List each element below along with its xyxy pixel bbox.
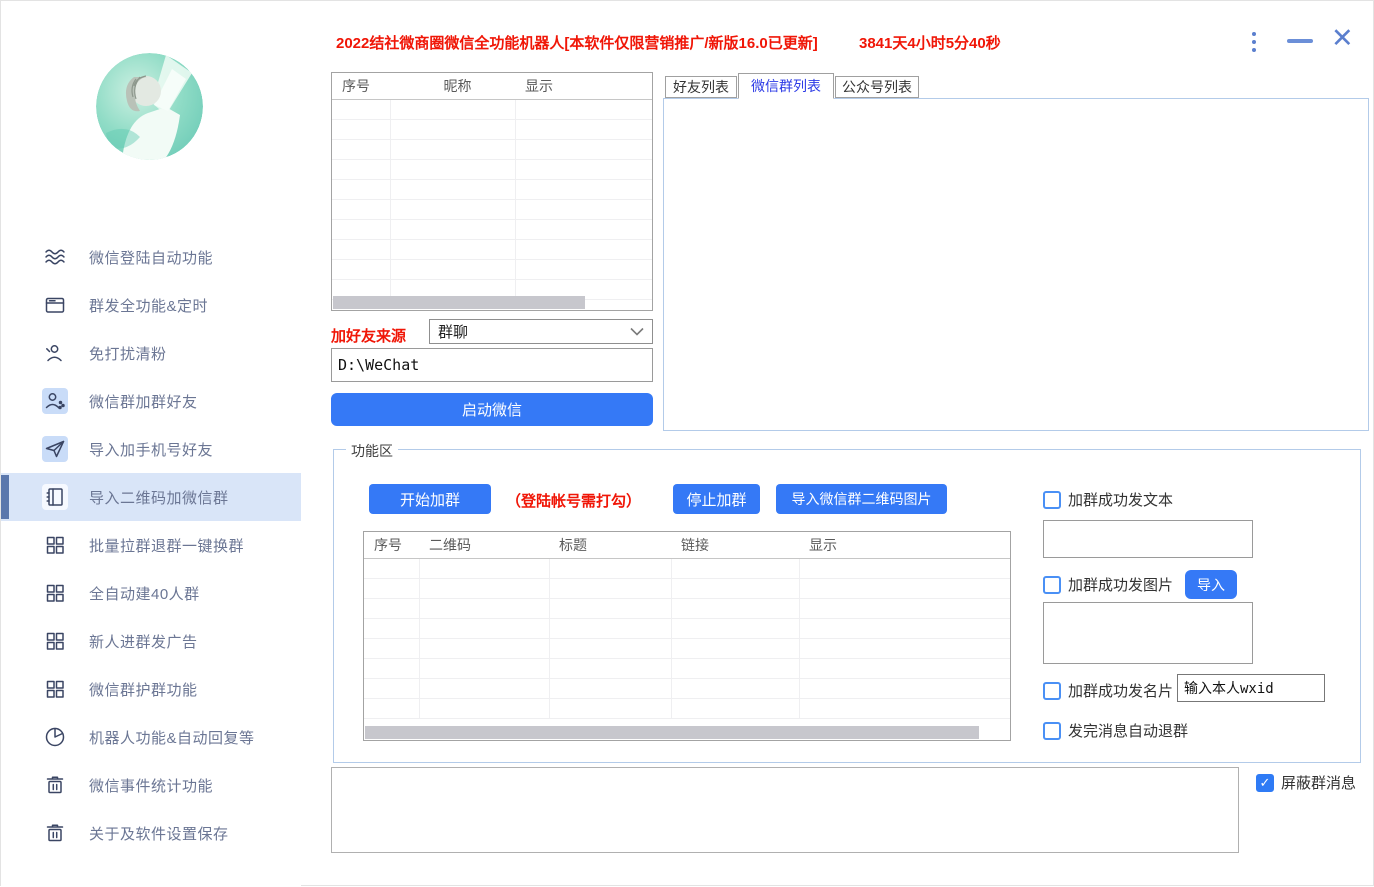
app-title: 2022结社微商圈微信全功能机器人[本软件仅限营销推广/新版16.0已更新] xyxy=(336,32,818,53)
send-image-option[interactable]: ✓ 加群成功发图片 xyxy=(1043,574,1173,595)
import-qr-images-button[interactable]: 导入微信群二维码图片 xyxy=(776,484,947,514)
sidebar-item-label: 群发全功能&定时 xyxy=(89,295,208,316)
sidebar-item-label: 全自动建40人群 xyxy=(89,583,200,604)
sidebar-item-clean-fans[interactable]: 免打扰清粉 xyxy=(1,329,301,377)
checkbox-label: 屏蔽群消息 xyxy=(1281,772,1356,793)
trash-icon xyxy=(42,820,68,846)
grid-icon xyxy=(42,580,68,606)
grid-icon xyxy=(42,676,68,702)
sidebar-menu: 微信登陆自动功能 群发全功能&定时 免打扰清粉 微信群加群好友 xyxy=(1,233,301,857)
sidebar-item-label: 导入二维码加微信群 xyxy=(89,487,229,508)
tab-wechat-group-list[interactable]: 微信群列表 xyxy=(738,73,834,99)
column-header: 链接 xyxy=(671,532,799,558)
checkbox-label: 加群成功发图片 xyxy=(1068,574,1173,595)
tab-label: 微信群列表 xyxy=(751,76,821,96)
send-image-textarea[interactable] xyxy=(1043,602,1253,664)
app-window: 微信登陆自动功能 群发全功能&定时 免打扰清粉 微信群加群好友 xyxy=(0,0,1374,886)
qr-code-table[interactable]: 序号 二维码 标题 链接 显示 xyxy=(363,531,1011,741)
column-header: 序号 xyxy=(364,532,419,558)
checkbox[interactable]: ✓ xyxy=(1043,576,1061,594)
send-icon xyxy=(42,436,68,462)
sidebar-item-batch-group[interactable]: 批量拉群退群一键换群 xyxy=(1,521,301,569)
send-card-option[interactable]: ✓ 加群成功发名片 xyxy=(1043,680,1173,701)
sidebar-item-label: 微信事件统计功能 xyxy=(89,775,213,796)
avatar xyxy=(96,53,203,160)
wxid-input[interactable] xyxy=(1177,674,1325,702)
add-friend-source-label: 加好友来源 xyxy=(331,325,406,346)
sidebar-item-label: 机器人功能&自动回复等 xyxy=(89,727,255,748)
function-area-title: 功能区 xyxy=(346,441,398,461)
checkbox-label: 发完消息自动退群 xyxy=(1068,720,1188,741)
folder-icon xyxy=(42,292,68,318)
avatar-illustration xyxy=(96,53,203,160)
launch-wechat-button[interactable]: 启动微信 xyxy=(331,393,653,426)
sidebar-item-label: 微信群加群好友 xyxy=(89,391,198,412)
log-output-area[interactable] xyxy=(331,767,1239,853)
column-header: 序号 xyxy=(332,73,390,99)
sidebar-item-label: 导入加手机号好友 xyxy=(89,439,213,460)
sidebar: 微信登陆自动功能 群发全功能&定时 免打扰清粉 微信群加群好友 xyxy=(1,1,301,887)
login-hint-text: （登陆帐号需打勾） xyxy=(506,490,641,511)
sidebar-item-label: 微信登陆自动功能 xyxy=(89,247,213,268)
column-header: 显示 xyxy=(515,73,652,99)
sidebar-item-label: 批量拉群退群一键换群 xyxy=(89,535,244,556)
start-join-group-button[interactable]: 开始加群 xyxy=(369,484,491,514)
grid-icon xyxy=(42,628,68,654)
sidebar-item-wechat-login[interactable]: 微信登陆自动功能 xyxy=(1,233,301,281)
sidebar-item-group-add-friend[interactable]: 微信群加群好友 xyxy=(1,377,301,425)
pie-icon xyxy=(42,724,68,750)
sidebar-item-group-guard[interactable]: 微信群护群功能 xyxy=(1,665,301,713)
tab-official-account-list[interactable]: 公众号列表 xyxy=(835,76,919,98)
sidebar-item-mass-send[interactable]: 群发全功能&定时 xyxy=(1,281,301,329)
friend-list-table[interactable]: 序号 昵称 显示 xyxy=(331,72,653,311)
import-image-button[interactable]: 导入 xyxy=(1185,570,1237,599)
trash-icon xyxy=(42,772,68,798)
tab-label: 好友列表 xyxy=(673,77,729,97)
sidebar-item-import-phone[interactable]: 导入加手机号好友 xyxy=(1,425,301,473)
send-text-option[interactable]: ✓ 加群成功发文本 xyxy=(1043,489,1173,510)
wechat-path-input[interactable] xyxy=(331,348,653,382)
sidebar-item-newcomer-ad[interactable]: 新人进群发广告 xyxy=(1,617,301,665)
column-header: 二维码 xyxy=(419,532,549,558)
column-header: 标题 xyxy=(549,532,671,558)
sidebar-item-import-qr-group[interactable]: 导入二维码加微信群 xyxy=(1,473,301,521)
person-add-icon xyxy=(42,388,68,414)
sidebar-item-about-settings[interactable]: 关于及软件设置保存 xyxy=(1,809,301,857)
sidebar-item-robot-autoreply[interactable]: 机器人功能&自动回复等 xyxy=(1,713,301,761)
layers-icon xyxy=(42,244,68,270)
checkbox-label: 加群成功发名片 xyxy=(1068,680,1173,701)
sidebar-item-label: 关于及软件设置保存 xyxy=(89,823,229,844)
selected-option: 群聊 xyxy=(438,321,468,342)
column-header: 昵称 xyxy=(390,73,515,99)
close-button[interactable]: ✕ xyxy=(1331,25,1354,52)
auto-exit-option[interactable]: ✓ 发完消息自动退群 xyxy=(1043,720,1188,741)
tab-label: 公众号列表 xyxy=(842,77,912,97)
sidebar-item-auto-build-group[interactable]: 全自动建40人群 xyxy=(1,569,301,617)
menu-dots-icon[interactable] xyxy=(1250,30,1258,54)
sidebar-item-label: 新人进群发广告 xyxy=(89,631,198,652)
horizontal-scrollbar[interactable] xyxy=(333,296,585,309)
sidebar-item-label: 免打扰清粉 xyxy=(89,343,167,364)
license-timer: 3841天4小时5分40秒 xyxy=(859,32,1001,53)
checkbox[interactable]: ✓ xyxy=(1043,491,1061,509)
sidebar-item-event-stats[interactable]: 微信事件统计功能 xyxy=(1,761,301,809)
checkbox[interactable]: ✓ xyxy=(1043,722,1061,740)
stop-join-group-button[interactable]: 停止加群 xyxy=(673,484,760,514)
tab-friend-list[interactable]: 好友列表 xyxy=(665,76,737,98)
checkbox-label: 加群成功发文本 xyxy=(1068,489,1173,510)
sidebar-item-label: 微信群护群功能 xyxy=(89,679,198,700)
checkbox[interactable]: ✓ xyxy=(1256,774,1274,792)
person-icon xyxy=(42,340,68,366)
grid-icon xyxy=(42,532,68,558)
block-messages-option[interactable]: ✓ 屏蔽群消息 xyxy=(1256,772,1356,793)
chevron-down-icon xyxy=(630,327,644,336)
list-panel xyxy=(663,98,1369,431)
add-friend-source-select[interactable]: 群聊 xyxy=(429,319,653,344)
horizontal-scrollbar[interactable] xyxy=(365,726,979,739)
checkbox[interactable]: ✓ xyxy=(1043,682,1061,700)
send-text-input[interactable] xyxy=(1043,520,1253,558)
minimize-button[interactable] xyxy=(1287,39,1313,43)
column-header: 显示 xyxy=(799,532,1010,558)
notebook-icon xyxy=(42,484,68,510)
